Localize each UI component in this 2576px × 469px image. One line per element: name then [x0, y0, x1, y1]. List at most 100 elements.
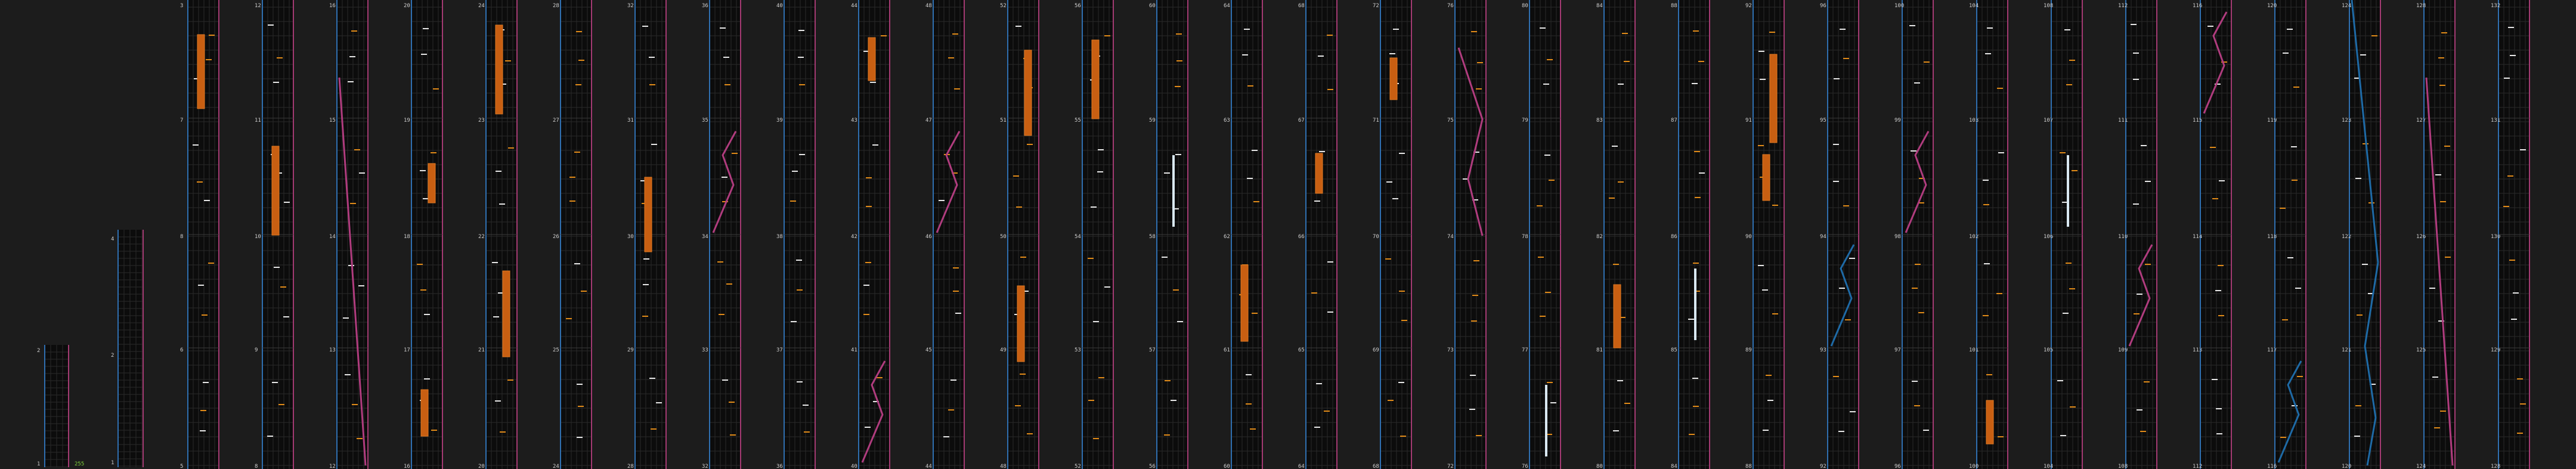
tick-mark — [283, 316, 289, 317]
tick-mark — [1543, 84, 1549, 85]
column-label: 12 — [329, 464, 336, 469]
value-bar — [197, 34, 205, 109]
panel-label: 1 — [111, 460, 114, 466]
panel-label: 2 — [111, 353, 114, 359]
tick-mark — [2140, 431, 2146, 432]
column-label: 82 — [1596, 234, 1603, 240]
tick-mark — [2137, 409, 2142, 411]
tick-mark — [345, 374, 351, 375]
tick-mark — [2438, 57, 2444, 58]
tick-mark — [1996, 293, 2002, 294]
tick-mark — [1399, 291, 1405, 292]
tick-mark — [2444, 146, 2450, 147]
tick-mark — [649, 57, 655, 58]
value-bar — [495, 24, 503, 115]
column-label: 26 — [553, 234, 559, 240]
tick-mark — [420, 170, 426, 171]
tick-mark — [354, 149, 360, 150]
tick-mark — [357, 438, 363, 439]
tick-mark — [2291, 146, 2297, 147]
tick-mark — [2513, 292, 2519, 294]
tick-mark — [200, 410, 206, 411]
column-label: 42 — [851, 234, 857, 240]
tick-mark — [1843, 205, 1849, 206]
tick-mark — [2292, 180, 2298, 181]
column-label: 35 — [702, 118, 708, 124]
tick-mark — [2133, 79, 2139, 80]
tick-mark — [1398, 382, 1404, 383]
value-bar — [868, 37, 876, 81]
tick-mark — [2445, 257, 2451, 258]
tick-mark — [204, 200, 210, 201]
column-label: 132 — [2491, 3, 2500, 9]
tick-mark — [1093, 438, 1099, 439]
tick-mark — [1311, 292, 1317, 294]
tick-mark — [2517, 378, 2523, 379]
tick-mark — [1609, 198, 1615, 199]
tick-mark — [863, 314, 869, 315]
tick-mark — [2434, 427, 2440, 428]
tick-mark — [649, 378, 655, 379]
column-label: 22 — [478, 234, 485, 240]
column-label: 120 — [2267, 3, 2277, 9]
tick-mark — [1091, 206, 1097, 208]
column-label: 5 — [180, 464, 183, 469]
column-label: 76 — [1447, 3, 1454, 9]
tick-mark — [193, 144, 199, 146]
column-label: 98 — [1894, 234, 1901, 240]
tick-mark — [1914, 82, 1920, 84]
column-label: 21 — [478, 347, 485, 353]
tick-mark — [2283, 53, 2289, 54]
column-label: 20 — [478, 464, 485, 469]
tick-mark — [2287, 29, 2293, 30]
value-bar-white — [1545, 385, 1547, 456]
tick-mark — [952, 33, 958, 35]
tick-mark — [2440, 411, 2446, 412]
tick-mark — [431, 430, 437, 431]
tick-mark — [499, 203, 505, 205]
column-label: 43 — [851, 118, 857, 124]
tick-mark — [417, 264, 423, 265]
tick-mark — [1098, 377, 1104, 378]
tick-mark — [577, 384, 583, 385]
tick-mark — [358, 285, 364, 286]
tick-mark — [1986, 374, 1992, 375]
column-label: 28 — [627, 464, 634, 469]
column-label: 90 — [1745, 234, 1752, 240]
tick-mark — [1911, 150, 1916, 152]
tick-mark — [2520, 403, 2526, 405]
tick-mark — [1849, 258, 1855, 259]
column-label: 73 — [1447, 347, 1454, 353]
column-label: 53 — [1075, 347, 1081, 353]
tick-mark — [1016, 206, 1022, 208]
tick-mark — [955, 313, 961, 314]
tick-mark — [2212, 379, 2218, 380]
tick-mark — [1104, 35, 1110, 36]
tick-mark — [1314, 200, 1320, 202]
tick-mark — [2144, 381, 2150, 382]
tick-mark — [1613, 430, 1619, 431]
value-bar — [502, 270, 510, 357]
tick-mark — [508, 147, 514, 149]
column-label: 91 — [1745, 118, 1752, 124]
tick-mark — [208, 263, 214, 264]
tick-mark — [1983, 180, 1989, 181]
tick-mark — [1622, 33, 1628, 34]
column-label: 57 — [1149, 347, 1156, 353]
tick-mark — [642, 26, 648, 27]
tick-mark — [2440, 201, 2446, 202]
tick-mark — [1537, 205, 1543, 206]
tick-mark — [1175, 154, 1181, 155]
column-label: 52 — [1075, 464, 1081, 469]
tick-mark — [1758, 265, 1764, 266]
tick-mark — [1912, 288, 1918, 289]
tick-mark — [1247, 85, 1253, 87]
column-label: 56 — [1149, 464, 1156, 469]
column-label: 85 — [1671, 347, 1677, 353]
tick-mark — [1538, 257, 1544, 258]
tick-mark — [717, 261, 723, 263]
value-bar — [1762, 154, 1770, 201]
tick-mark — [2432, 377, 2438, 378]
tick-mark — [651, 428, 657, 430]
value-bar-white — [1694, 269, 1696, 340]
